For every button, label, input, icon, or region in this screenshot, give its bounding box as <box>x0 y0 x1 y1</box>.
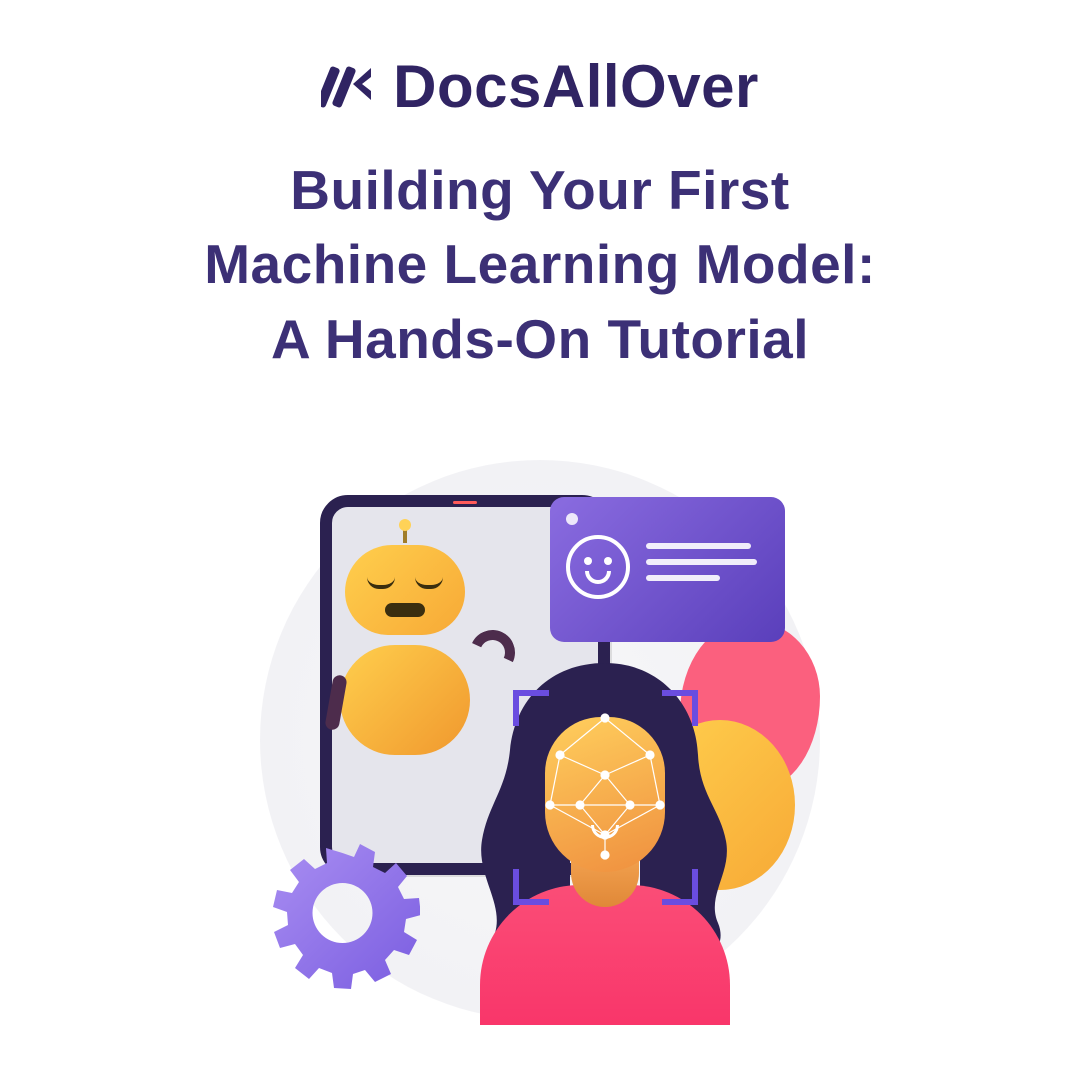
frame-corner-icon <box>662 869 698 905</box>
title-line-1: Building Your First <box>0 153 1080 227</box>
frame-corner-icon <box>513 869 549 905</box>
frame-corner-icon <box>662 690 698 726</box>
robot-head <box>345 545 465 635</box>
robot-eye-right <box>415 577 443 589</box>
emotion-card <box>550 497 785 642</box>
face-detection-frame <box>513 690 698 905</box>
header: DocsAllOver <box>0 0 1080 121</box>
gear-icon <box>265 835 420 995</box>
text-line <box>646 543 751 549</box>
frame-corner-icon <box>513 690 549 726</box>
text-line <box>646 575 720 581</box>
robot-eye-left <box>367 577 395 589</box>
card-dot-icon <box>566 513 578 525</box>
card-content <box>566 535 769 599</box>
smile-icon <box>585 571 611 584</box>
smiley-face-icon <box>566 535 630 599</box>
brand-logo-icon <box>321 58 379 116</box>
person-character <box>445 655 765 1025</box>
text-line <box>646 559 757 565</box>
robot-mouth <box>385 603 425 617</box>
title-line-3: A Hands-On Tutorial <box>0 302 1080 376</box>
brand-name: DocsAllOver <box>393 52 759 121</box>
hero-illustration <box>230 450 850 1050</box>
page-title: Building Your First Machine Learning Mod… <box>0 153 1080 376</box>
card-text-lines <box>646 543 769 591</box>
title-line-2: Machine Learning Model: <box>0 227 1080 301</box>
robot-antenna <box>403 527 407 543</box>
